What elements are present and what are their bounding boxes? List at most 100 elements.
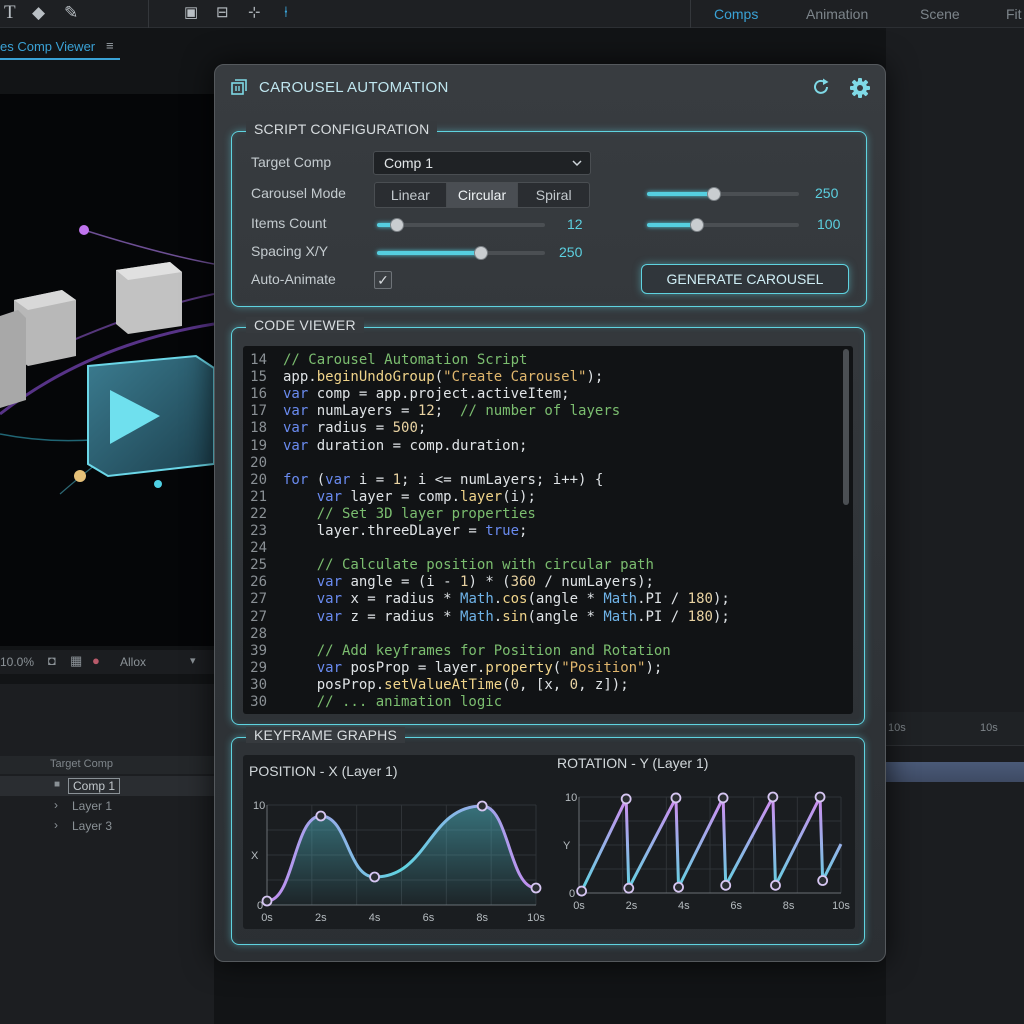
section-title: SCRIPT CONFIGURATION: [246, 121, 438, 137]
transform-icon[interactable]: ⊹: [248, 4, 261, 22]
code-line: 19 var duration = comp.duration;: [243, 438, 527, 455]
tab-comps[interactable]: Comps: [714, 6, 758, 22]
code-scrollbar[interactable]: [843, 349, 849, 505]
comp-viewer-tab[interactable]: es Comp Viewer: [0, 34, 120, 60]
slider-knob[interactable]: [706, 187, 721, 201]
code-text: // Add keyframes for Position and Rotati…: [316, 642, 671, 659]
keyframe-marker: [369, 871, 381, 883]
right-slider-2[interactable]: [647, 218, 799, 232]
tab-animation[interactable]: Animation: [806, 6, 868, 22]
auto-animate-label: Auto-Animate: [251, 271, 336, 287]
target-comp-label: Target Comp: [251, 154, 332, 170]
view-selector[interactable]: Allox: [120, 655, 146, 669]
keyframe-marker: [717, 792, 729, 804]
puppet-pin-icon[interactable]: ⍿: [284, 4, 288, 22]
line-number: 21: [250, 488, 267, 505]
chevron-right-icon[interactable]: ›: [54, 798, 58, 812]
grid-icon[interactable]: ▦: [70, 653, 82, 669]
list-item[interactable]: › Layer 3: [0, 816, 214, 836]
items-count-slider[interactable]: [377, 218, 545, 232]
line-number: 20: [250, 471, 267, 488]
code-line: 30 posProp.setValueAtTime(0, [x, 0, z]);: [243, 677, 629, 694]
keyframe-marker: [476, 800, 488, 812]
code-line: 27 var z = radius * Math.sin(angle * Mat…: [243, 609, 730, 626]
snapshot-icon[interactable]: ▣: [184, 4, 198, 22]
camera-icon[interactable]: ◘: [48, 653, 56, 668]
items-count-label: Items Count: [251, 215, 327, 231]
line-number: 19: [250, 437, 267, 454]
line-number: 23: [250, 523, 267, 539]
refresh-icon[interactable]: [811, 77, 831, 97]
code-text: for (var i = 1; i <= numLayers; i++) {: [283, 471, 604, 488]
mode-spiral-button[interactable]: Spiral: [518, 183, 589, 207]
mode-linear-button[interactable]: Linear: [375, 183, 447, 207]
code-line: 21 var layer = comp.layer(i);: [243, 489, 536, 506]
keyframe-marker: [670, 792, 682, 804]
list-item[interactable]: ■ Comp 1: [0, 776, 214, 796]
code-line: 27 var x = radius * Math.cos(angle * Mat…: [243, 591, 730, 608]
code-text: var layer = comp.layer(i);: [316, 488, 536, 505]
project-panel: [0, 684, 214, 1024]
zoom-level[interactable]: 10.0%: [0, 655, 34, 669]
code-line: 25 // Calculate position with circular p…: [243, 557, 654, 574]
section-title: KEYFRAME GRAPHS: [246, 727, 406, 743]
spacing-value: 250: [559, 244, 583, 260]
code-line: 28: [243, 626, 283, 643]
layer-duration-bar[interactable]: [886, 762, 1024, 782]
code-editor[interactable]: 14 // Carousel Automation Script 15 app.beg…: [243, 346, 853, 714]
code-text: var duration = comp.duration;: [283, 437, 528, 454]
target-comp-dropdown[interactable]: Comp 1: [373, 151, 591, 175]
keyframe-marker: [530, 882, 542, 894]
color-channels-icon[interactable]: ●: [92, 653, 100, 668]
tab-scene[interactable]: Scene: [920, 6, 960, 22]
code-text: var z = radius * Math.sin(angle * Math.P…: [316, 608, 730, 625]
line-number: 16: [250, 386, 267, 403]
line-number: 26: [250, 574, 267, 591]
generate-carousel-button[interactable]: GENERATE CAROUSEL: [641, 264, 849, 294]
panel-menu-icon[interactable]: ≡: [106, 38, 114, 53]
mode-circular-button[interactable]: Circular: [446, 183, 519, 207]
pin-tool-icon[interactable]: ✎: [64, 4, 78, 22]
line-number: 25: [250, 557, 267, 574]
chevron-right-icon[interactable]: ›: [54, 818, 58, 832]
y-axis-label: Y: [563, 840, 571, 852]
keyframe-marker: [770, 879, 781, 891]
code-line: 15 app.beginUndoGroup("Create Carousel");: [243, 369, 603, 386]
line-number: 30: [250, 694, 267, 710]
text-tool-icon[interactable]: T: [4, 3, 16, 22]
code-text: // ... animation logic: [316, 694, 503, 710]
list-item[interactable]: › Layer 1: [0, 796, 214, 816]
list-item-label: Layer 1: [72, 799, 113, 813]
graphs-area: POSITION - X (Layer 1) ROTATION - Y (Lay…: [243, 755, 855, 929]
comp-icon: ■: [54, 779, 61, 790]
auto-animate-checkbox[interactable]: ✓: [374, 271, 392, 289]
time-tick: 10s: [888, 722, 906, 734]
y-tick-label: 10: [565, 792, 577, 804]
script-logo-icon: [231, 79, 247, 95]
keyframe-marker: [620, 793, 632, 805]
right-slider-1[interactable]: [647, 187, 799, 201]
toolbar-divider: [148, 0, 149, 28]
tab-fit[interactable]: Fit: [1006, 6, 1022, 22]
gear-icon[interactable]: [849, 77, 871, 99]
code-line: 26 var angle = (i - 1) * (360 / numLayer…: [243, 574, 654, 591]
keyframe-marker: [817, 875, 829, 886]
code-line: 14 // Carousel Automation Script: [243, 352, 527, 369]
code-text: var numLayers = 12; // number of layers: [283, 403, 621, 420]
eraser-tool-icon[interactable]: ◆: [32, 4, 45, 22]
spacing-slider[interactable]: [377, 246, 545, 260]
rotation-curve: [580, 791, 843, 894]
x-tick-label: 8s: [783, 900, 795, 912]
code-text: posProp.setValueAtTime(0, [x, 0, z]);: [283, 676, 629, 693]
items-count-value: 12: [567, 216, 583, 232]
code-line: 20: [243, 455, 283, 472]
line-number: 27: [250, 608, 267, 625]
code-line: 24: [243, 540, 283, 557]
keyframe-graphs-svg: 100X0s 2s 4s 6s 8s 10s100Y0s 2s 4s 6s 8s 10s: [251, 791, 850, 924]
line-number: 39: [250, 642, 267, 659]
chevron-down-icon[interactable]: ▾: [190, 654, 196, 667]
carousel-mode-label: Carousel Mode: [251, 185, 346, 201]
target-comp-value: Comp 1: [384, 155, 434, 171]
align-icon[interactable]: ⊟: [216, 4, 229, 22]
code-text: var angle = (i - 1) * (360 / numLayers);: [316, 574, 654, 591]
